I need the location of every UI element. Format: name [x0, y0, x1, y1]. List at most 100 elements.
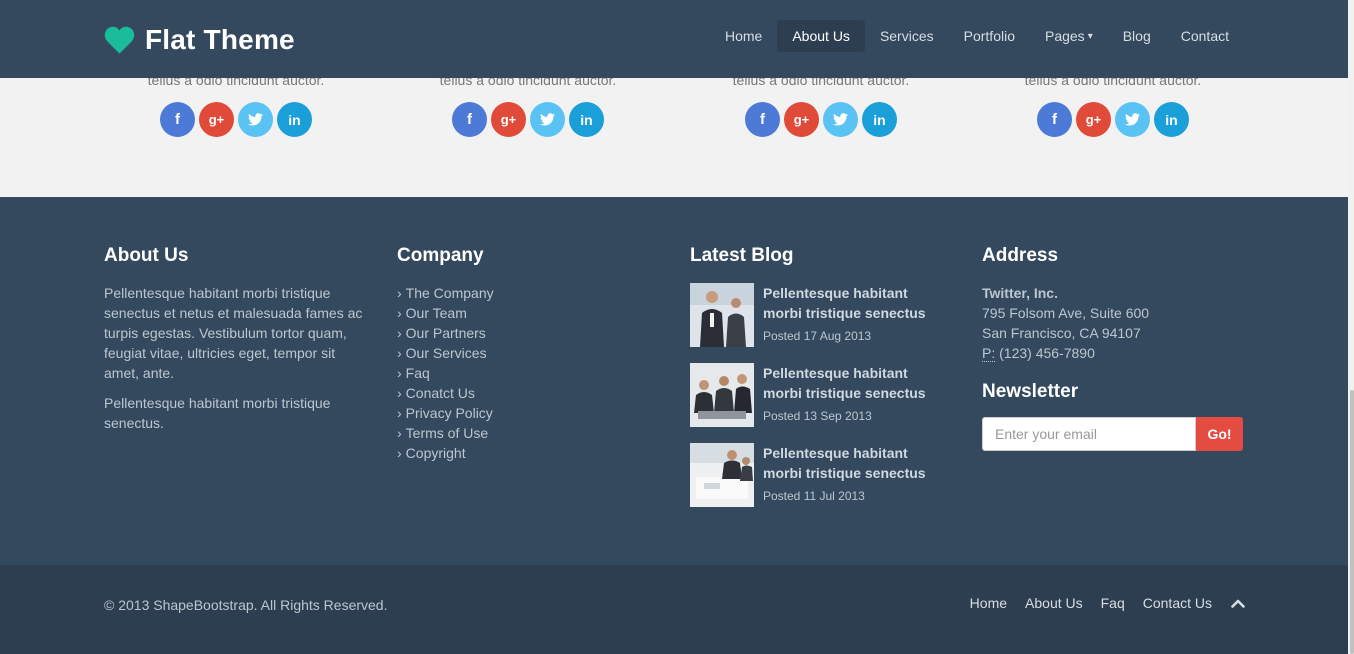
main-nav: Home About Us Services Portfolio Pages ▾ …: [710, 20, 1244, 52]
link-label: Faq: [405, 365, 430, 381]
link-label: The Company: [405, 285, 494, 301]
twitter-icon[interactable]: [823, 102, 858, 137]
nav-contact[interactable]: Contact: [1166, 20, 1244, 52]
twitter-icon[interactable]: [238, 102, 273, 137]
copyright-text: © 2013 ShapeBootstrap. All Rights Reserv…: [104, 597, 388, 613]
scrollbar-thumb[interactable]: [1350, 390, 1354, 654]
chevron-right-icon: ›: [397, 305, 402, 321]
company-link[interactable]: › Copyright: [397, 443, 657, 463]
newsletter-submit-button[interactable]: Go!: [1196, 417, 1243, 451]
blog-thumbnail: [690, 363, 754, 427]
address-phone: P: (123) 456-7890: [982, 343, 1244, 363]
nav-about-us[interactable]: About Us: [777, 20, 865, 52]
linkedin-icon[interactable]: in: [569, 102, 604, 137]
phone-number: (123) 456-7890: [995, 345, 1095, 361]
social-links: f g+ in: [983, 102, 1243, 137]
phone-label: P:: [982, 345, 996, 362]
link-label: Conatct Us: [405, 385, 475, 401]
company-links: › The Company › Our Team › Our Partners › Ou…: [397, 283, 657, 463]
address-company: Twitter, Inc.: [982, 285, 1058, 301]
company-link[interactable]: › Our Partners: [397, 323, 657, 343]
company-link[interactable]: › Faq: [397, 363, 657, 383]
bottom-nav: Home About Us Faq Contact Us: [970, 595, 1246, 611]
facebook-icon[interactable]: f: [745, 102, 780, 137]
blog-post[interactable]: Pellentesque habitant morbi tristique se…: [690, 283, 952, 347]
blog-post-title[interactable]: Pellentesque habitant morbi tristique se…: [763, 363, 943, 403]
chevron-right-icon: ›: [397, 325, 402, 341]
team-member-4: tellus a odio tincidunt auctor. f g+ in: [983, 72, 1243, 137]
bottom-link-faq[interactable]: Faq: [1101, 595, 1125, 611]
company-link[interactable]: › The Company: [397, 283, 657, 303]
site-header: Flat Theme Home About Us Services Portfo…: [0, 0, 1348, 78]
company-link[interactable]: › Our Team: [397, 303, 657, 323]
brand-logo[interactable]: Flat Theme: [104, 24, 295, 56]
twitter-icon[interactable]: [530, 102, 565, 137]
page-scrollbar[interactable]: [1348, 0, 1354, 654]
company-link[interactable]: › Conatct Us: [397, 383, 657, 403]
twitter-bird: [248, 113, 263, 126]
blog-post[interactable]: Pellentesque habitant morbi tristique se…: [690, 443, 952, 507]
heart-icon: [104, 26, 135, 54]
address-line-2: San Francisco, CA 94107: [982, 325, 1141, 341]
chevron-right-icon: ›: [397, 385, 402, 401]
nav-services[interactable]: Services: [865, 20, 949, 52]
bottom-link-home[interactable]: Home: [970, 595, 1007, 611]
bottom-link-about-us[interactable]: About Us: [1025, 595, 1083, 611]
link-label: Our Services: [405, 345, 487, 361]
chevron-up-icon: [1231, 599, 1245, 608]
link-label: Privacy Policy: [405, 405, 493, 421]
bottom-bar: © 2013 ShapeBootstrap. All Rights Reserv…: [0, 565, 1348, 654]
blog-thumbnail: [690, 283, 754, 347]
link-label: Copyright: [405, 445, 466, 461]
social-links: f g+ in: [398, 102, 658, 137]
brand-name: Flat Theme: [145, 24, 295, 55]
bottom-link-contact-us[interactable]: Contact Us: [1143, 595, 1212, 611]
company-link[interactable]: › Our Services: [397, 343, 657, 363]
linkedin-icon[interactable]: in: [1154, 102, 1189, 137]
blog-title: Latest Blog: [690, 245, 794, 266]
newsletter-title: Newsletter: [982, 381, 1079, 402]
newsletter-form: Go!: [982, 417, 1244, 451]
chevron-right-icon: ›: [397, 425, 402, 441]
blog-post-title[interactable]: Pellentesque habitant morbi tristique se…: [763, 443, 943, 483]
company-link[interactable]: › Terms of Use: [397, 423, 657, 443]
back-to-top-button[interactable]: [1230, 595, 1246, 611]
facebook-icon[interactable]: f: [452, 102, 487, 137]
about-text: Pellentesque habitant morbi tristique se…: [104, 285, 363, 381]
nav-portfolio[interactable]: Portfolio: [949, 20, 1030, 52]
company-title: Company: [397, 245, 484, 266]
chevron-right-icon: ›: [397, 405, 402, 421]
blog-post-date: Posted 13 Sep 2013: [763, 409, 872, 423]
blog-post-date: Posted 11 Jul 2013: [763, 489, 865, 503]
address-title: Address: [982, 245, 1059, 266]
nav-blog[interactable]: Blog: [1108, 20, 1166, 52]
google-plus-icon[interactable]: g+: [491, 102, 526, 137]
nav-pages[interactable]: Pages ▾: [1030, 20, 1108, 52]
blog-post-title[interactable]: Pellentesque habitant morbi tristique se…: [763, 283, 943, 323]
about-widget: About Us Pellentesque habitant morbi tri…: [104, 245, 366, 433]
chevron-right-icon: ›: [397, 285, 402, 301]
company-link[interactable]: › Privacy Policy: [397, 403, 657, 423]
team-member-1: tellus a odio tincidunt auctor. f g+ in: [106, 72, 366, 137]
facebook-icon[interactable]: f: [160, 102, 195, 137]
nav-home[interactable]: Home: [710, 20, 777, 52]
linkedin-icon[interactable]: in: [277, 102, 312, 137]
company-widget: Company › The Company › Our Team › Our Part…: [397, 245, 657, 463]
facebook-icon[interactable]: f: [1037, 102, 1072, 137]
chevron-right-icon: ›: [397, 445, 402, 461]
linkedin-icon[interactable]: in: [862, 102, 897, 137]
newsletter-email-input[interactable]: [982, 417, 1196, 451]
team-member-3: tellus a odio tincidunt auctor. f g+ in: [691, 72, 951, 137]
blog-widget: Latest Blog Pellentesque habitant morbi …: [690, 245, 952, 523]
blog-post[interactable]: Pellentesque habitant morbi tristique se…: [690, 363, 952, 427]
blog-post-date: Posted 17 Aug 2013: [763, 329, 872, 343]
about-title: About Us: [104, 245, 189, 266]
about-text-2: Pellentesque habitant morbi tristique se…: [104, 395, 331, 431]
google-plus-icon[interactable]: g+: [1076, 102, 1111, 137]
google-plus-icon[interactable]: g+: [784, 102, 819, 137]
google-plus-icon[interactable]: g+: [199, 102, 234, 137]
footer-widgets: About Us Pellentesque habitant morbi tri…: [0, 197, 1348, 565]
link-label: Our Team: [405, 305, 467, 321]
twitter-icon[interactable]: [1115, 102, 1150, 137]
blog-thumbnail: [690, 443, 754, 507]
